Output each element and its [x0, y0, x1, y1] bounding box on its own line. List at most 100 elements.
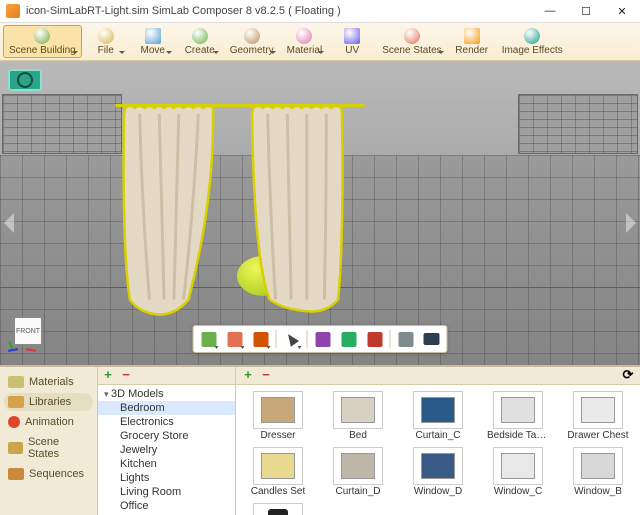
viewport-3d[interactable]: FRONT	[0, 61, 640, 365]
curtain-right[interactable]	[248, 104, 346, 319]
side-tab-libraries[interactable]: Libraries	[4, 393, 93, 411]
ribbon-label: Image Effects	[502, 45, 563, 56]
toolbar-camera-capture[interactable]	[421, 328, 443, 350]
ribbon-move[interactable]: Move	[130, 25, 176, 58]
tree-toolbar: + −	[98, 367, 235, 385]
toolbar-wire-view[interactable]	[224, 328, 246, 350]
side-tab-sequences[interactable]: Sequences	[4, 465, 93, 483]
ribbon-uv[interactable]: UV	[329, 25, 375, 58]
tree-root[interactable]: 3D Models	[98, 387, 235, 401]
side-tab-label: Animation	[25, 416, 74, 428]
axis-indicator-x	[26, 348, 36, 352]
ribbon-toolbar: Scene BuildingFile Move Create GeometryMate…	[0, 23, 640, 61]
toolbar-tex-view[interactable]	[250, 328, 272, 350]
tex-view-icon	[253, 332, 268, 347]
asset-thumbnail	[573, 447, 623, 485]
snap-face-icon	[367, 332, 382, 347]
minimize-button[interactable]: —	[532, 0, 568, 22]
asset-grid[interactable]: DresserBedCurtain_C Bedside Table Drawer C…	[236, 385, 640, 515]
chevron-down-icon	[72, 51, 78, 54]
asset-panel: + − ⟳ DresserBedCurtain_CBedside TableDr…	[236, 367, 640, 515]
asset-candles_set[interactable]: Candles Set	[242, 445, 314, 499]
titlebar: icon-SimLabRT-Light.sim SimLab Composer …	[0, 0, 640, 23]
ribbon-scene-states[interactable]: Scene States	[376, 25, 447, 58]
view-cube-face[interactable]: FRONT	[14, 317, 42, 345]
model-tree[interactable]: 3D ModelsBedroomElectronicsGrocery Store…	[98, 385, 235, 515]
ribbon-label: UV	[345, 45, 359, 56]
tree-remove-button[interactable]: −	[120, 370, 132, 382]
ribbon-label: Move	[140, 45, 164, 56]
toolbar-snap-face[interactable]	[364, 328, 386, 350]
asset-label: Curtain_D	[335, 486, 380, 497]
toolbar-snap-grid[interactable]	[312, 328, 334, 350]
asset-window_b[interactable]: Window_B	[562, 445, 634, 499]
asset-window_c[interactable]: Window_C	[482, 445, 554, 499]
side-tab-materials[interactable]: Materials	[4, 373, 93, 391]
viewport-prev-arrow[interactable]	[4, 213, 14, 233]
toolbar-solid-view[interactable]	[198, 328, 220, 350]
tree-item[interactable]: Living Room	[98, 485, 235, 499]
toolbar-snap-obj[interactable]	[338, 328, 360, 350]
tree-item[interactable]: Office	[98, 499, 235, 513]
asset-thumbnail	[413, 391, 463, 429]
asset-bed[interactable]: Bed	[322, 389, 394, 443]
tree-item[interactable]: Kitchen	[98, 457, 235, 471]
scene-building-icon	[34, 28, 50, 44]
uv-icon	[344, 28, 360, 44]
viewport-next-arrow[interactable]	[626, 213, 636, 233]
curtain-left[interactable]	[120, 104, 218, 319]
asset-remove-button[interactable]: −	[260, 370, 272, 382]
camera-capture-icon	[424, 333, 440, 345]
create-icon	[192, 28, 208, 44]
grid-helper-left	[2, 94, 122, 154]
ribbon-geometry[interactable]: Geometry	[224, 25, 280, 58]
tree-item[interactable]: Bedroom	[98, 401, 235, 415]
tree-item[interactable]: Lights	[98, 471, 235, 485]
tree-item[interactable]: Jewelry	[98, 443, 235, 457]
chevron-down-icon	[241, 346, 245, 349]
asset-curtain_d[interactable]: Curtain_D	[322, 445, 394, 499]
asset-dresser[interactable]: Dresser	[242, 389, 314, 443]
asset-thumbnail	[253, 503, 303, 515]
ribbon-create[interactable]: Create	[177, 25, 223, 58]
tree-add-button[interactable]: +	[102, 370, 114, 382]
toolbar-divider	[276, 330, 277, 348]
asset-label: Window_D	[414, 486, 462, 497]
asset-label: Bedside Table	[487, 430, 549, 441]
side-tab-label: Scene States	[28, 436, 89, 460]
tree-item[interactable]: Electronics	[98, 415, 235, 429]
view-cube[interactable]: FRONT	[8, 313, 48, 353]
ribbon-label: Scene States	[382, 45, 441, 56]
image-effects-icon	[524, 28, 540, 44]
asset-refresh-button[interactable]: ⟳	[622, 370, 634, 382]
ribbon-render[interactable]: Render	[449, 25, 495, 58]
asset-window_d[interactable]: Window_D	[402, 445, 474, 499]
close-button[interactable]: ✕	[604, 0, 640, 22]
side-tab-animation[interactable]: Animation	[4, 413, 93, 431]
chevron-down-icon	[438, 51, 444, 54]
ribbon-material[interactable]: Material	[281, 25, 329, 58]
ribbon-label: Render	[455, 45, 488, 56]
ribbon-label: Create	[185, 45, 215, 56]
maximize-button[interactable]: ☐	[568, 0, 604, 22]
sequences-icon	[8, 468, 24, 480]
tree-item[interactable]: Grocery Store	[98, 429, 235, 443]
file-icon	[98, 28, 114, 44]
chevron-down-icon	[270, 51, 276, 54]
asset-curtain_c[interactable]: Curtain_C	[402, 389, 474, 443]
toolbar-select-tool[interactable]	[281, 328, 303, 350]
toolbar-shadow-toggle[interactable]	[395, 328, 417, 350]
asset-cwer[interactable]: CWER.WS	[242, 501, 314, 515]
asset-drawer_chest[interactable]: Drawer Chest	[562, 389, 634, 443]
asset-thumbnail	[333, 391, 383, 429]
asset-toolbar: + − ⟳	[236, 367, 640, 385]
side-tab-label: Libraries	[29, 396, 71, 408]
ribbon-file[interactable]: File	[83, 25, 129, 58]
camera-snapshot-button[interactable]	[8, 69, 42, 91]
side-tab-scene-states[interactable]: Scene States	[4, 433, 93, 463]
ribbon-scene-building[interactable]: Scene Building	[3, 25, 82, 58]
solid-view-icon	[201, 332, 216, 347]
asset-add-button[interactable]: +	[242, 370, 254, 382]
ribbon-image-effects[interactable]: Image Effects	[496, 25, 569, 58]
asset-bedside_table[interactable]: Bedside Table	[482, 389, 554, 443]
